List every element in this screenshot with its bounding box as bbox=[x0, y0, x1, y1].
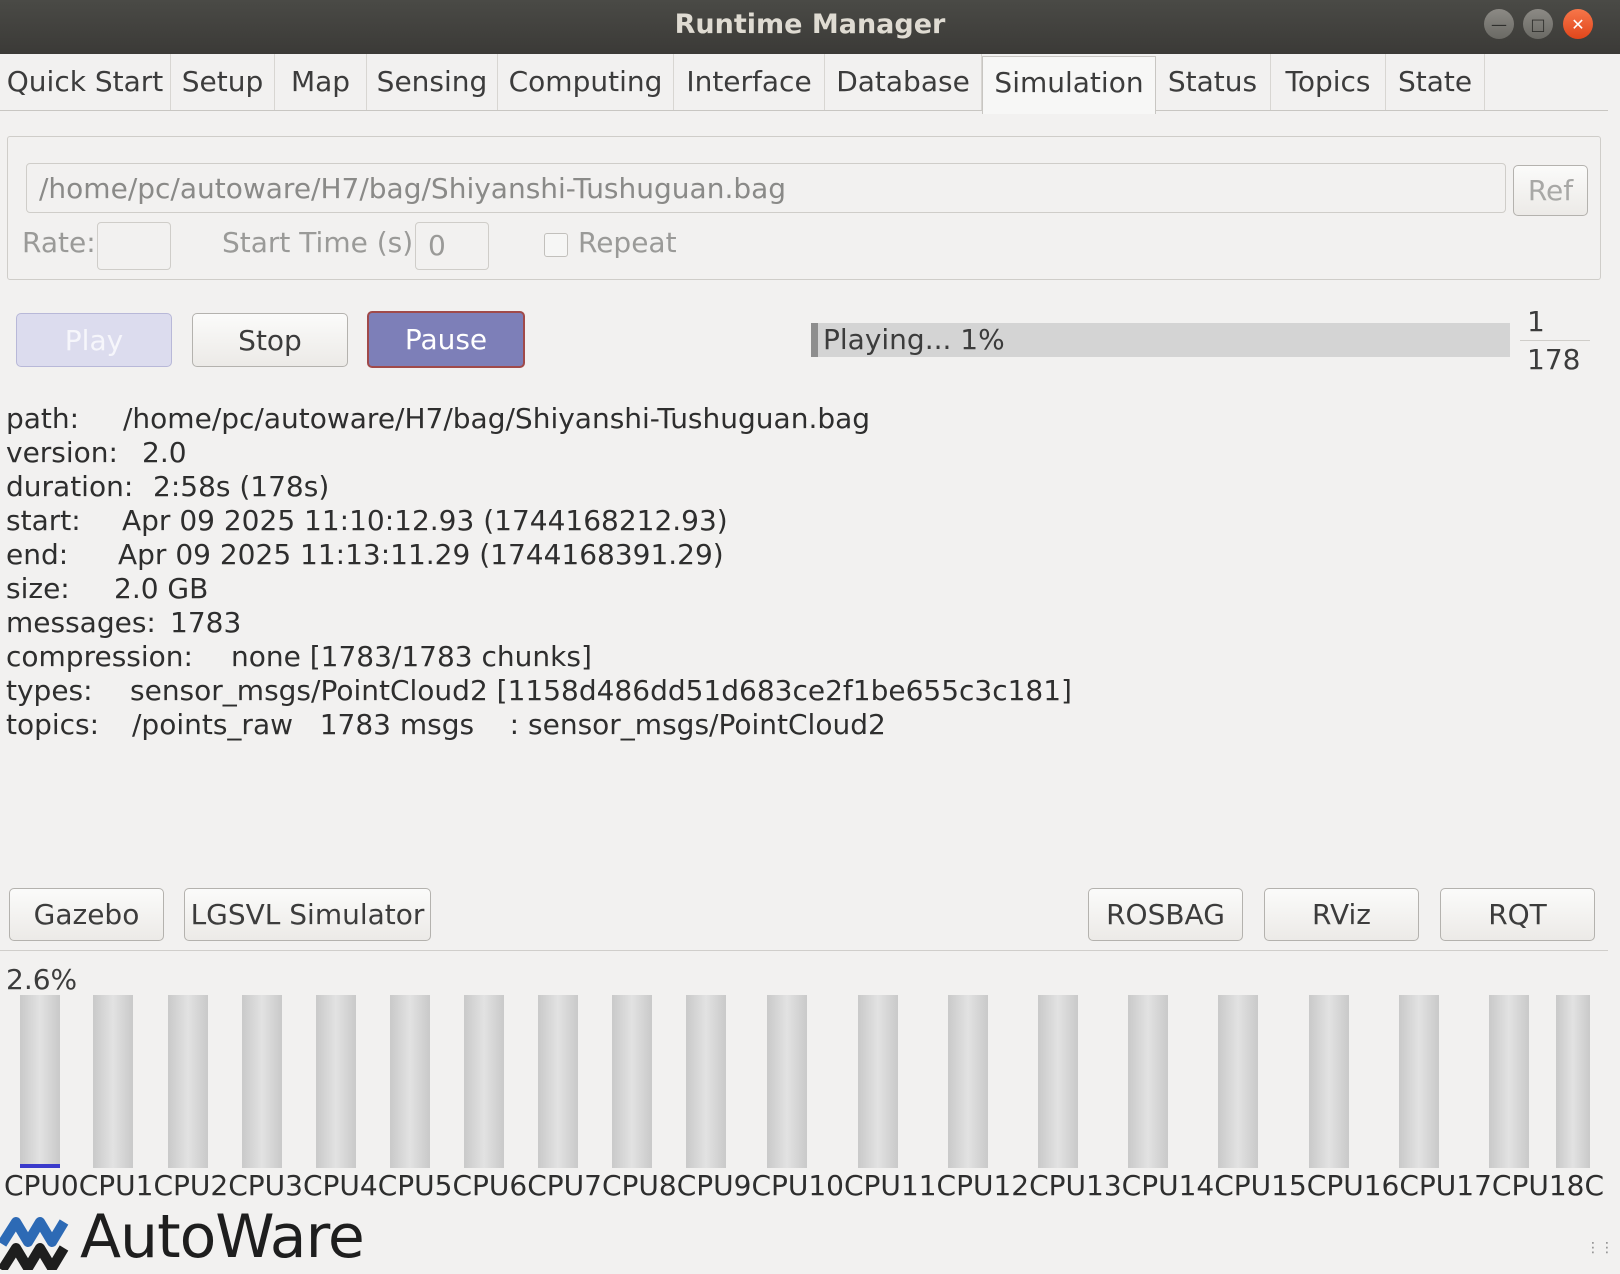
info-key: topics: bbox=[6, 708, 100, 741]
autoware-logo-icon bbox=[0, 1217, 69, 1273]
info-value: 2.0 GB bbox=[114, 572, 209, 605]
cpu-bar bbox=[538, 995, 578, 1168]
cpu-bar bbox=[1309, 995, 1349, 1168]
cpu-bar bbox=[464, 995, 504, 1168]
progress-text: Playing... 1% bbox=[823, 323, 1005, 356]
tab-quick-start[interactable]: Quick Start bbox=[0, 54, 171, 110]
cpu-bar bbox=[612, 995, 652, 1168]
info-key: path: bbox=[6, 402, 80, 435]
info-key: start: bbox=[6, 504, 81, 537]
repeat-label: Repeat bbox=[578, 226, 677, 259]
rosbag-button[interactable]: ROSBAG bbox=[1088, 888, 1243, 941]
info-value: 2:58s (178s) bbox=[153, 470, 330, 503]
cpu-bar bbox=[1218, 995, 1258, 1168]
cpu-bar bbox=[1038, 995, 1078, 1168]
rviz-button[interactable]: RViz bbox=[1264, 888, 1419, 941]
play-button[interactable]: Play bbox=[16, 313, 172, 367]
autoware-logo: AutoWare bbox=[0, 1202, 380, 1273]
tab-setup[interactable]: Setup bbox=[171, 54, 275, 110]
pause-button[interactable]: Pause bbox=[367, 311, 525, 368]
minimize-icon[interactable]: — bbox=[1484, 9, 1514, 39]
cpu-bar bbox=[242, 995, 282, 1168]
tab-simulation[interactable]: Simulation bbox=[982, 56, 1156, 114]
tab-status[interactable]: Status bbox=[1155, 54, 1271, 110]
progress-divider bbox=[1520, 340, 1590, 341]
info-value: 1783 bbox=[170, 606, 242, 639]
info-key: size: bbox=[6, 572, 70, 605]
cpu-bar bbox=[686, 995, 726, 1168]
cpu-bar bbox=[20, 995, 60, 1168]
info-key: end: bbox=[6, 538, 69, 571]
cpu-bar bbox=[1489, 995, 1529, 1168]
repeat-checkbox[interactable] bbox=[544, 233, 568, 257]
stop-button[interactable]: Stop bbox=[192, 313, 348, 367]
info-key: types: bbox=[6, 674, 93, 707]
cpu-labels: CPU0CPU1CPU2CPU3CPU4CPU5CPU6CPU7CPU8CPU9… bbox=[4, 1169, 1604, 1202]
cpu-bar bbox=[390, 995, 430, 1168]
ref-button[interactable]: Ref bbox=[1513, 165, 1588, 216]
resize-grip-icon[interactable]: ⋮⋮ bbox=[1586, 1240, 1614, 1256]
window-title: Runtime Manager bbox=[674, 9, 946, 40]
tab-sensing[interactable]: Sensing bbox=[367, 54, 498, 110]
tab-state[interactable]: State bbox=[1386, 54, 1485, 110]
tab-interface[interactable]: Interface bbox=[674, 54, 825, 110]
progress-total: 178 bbox=[1527, 343, 1581, 376]
maximize-icon[interactable]: □ bbox=[1523, 9, 1553, 39]
start-time-label: Start Time (s): bbox=[222, 226, 423, 259]
info-value: sensor_msgs/PointCloud2 [1158d486dd51d68… bbox=[130, 674, 1072, 707]
tab-bar: Quick Start Setup Map Sensing Computing … bbox=[0, 54, 1608, 114]
tab-database[interactable]: Database bbox=[825, 54, 982, 110]
playback-progress-bar: Playing... 1% bbox=[811, 323, 1510, 357]
info-value: /home/pc/autoware/H7/bag/Shiyanshi-Tushu… bbox=[123, 402, 871, 435]
tab-map[interactable]: Map bbox=[275, 54, 367, 110]
autoware-logo-text: AutoWare bbox=[80, 1202, 365, 1272]
bag-path-input[interactable]: /home/pc/autoware/H7/bag/Shiyanshi-Tushu… bbox=[26, 163, 1506, 213]
info-value: Apr 09 2025 11:10:12.93 (1744168212.93) bbox=[122, 504, 728, 537]
cpu-bar bbox=[1556, 995, 1590, 1168]
start-time-input[interactable]: 0 bbox=[415, 222, 489, 270]
info-key: compression: bbox=[6, 640, 193, 673]
progress-fill bbox=[811, 323, 818, 357]
info-key: duration: bbox=[6, 470, 134, 503]
rqt-button[interactable]: RQT bbox=[1440, 888, 1595, 941]
cpu-bar bbox=[767, 995, 807, 1168]
cpu-bar bbox=[168, 995, 208, 1168]
info-key: version: bbox=[6, 436, 118, 469]
info-key: messages: bbox=[6, 606, 156, 639]
progress-current: 1 bbox=[1527, 305, 1545, 338]
cpu-bar bbox=[316, 995, 356, 1168]
rate-input[interactable] bbox=[97, 222, 171, 270]
cpu-bar bbox=[858, 995, 898, 1168]
lgsvl-simulator-button[interactable]: LGSVL Simulator bbox=[184, 888, 431, 941]
cpu-bar bbox=[1399, 995, 1439, 1168]
tab-topics[interactable]: Topics bbox=[1271, 54, 1386, 110]
close-icon[interactable]: ✕ bbox=[1563, 9, 1593, 39]
info-value: Apr 09 2025 11:13:11.29 (1744168391.29) bbox=[118, 538, 724, 571]
info-value: 2.0 bbox=[142, 436, 187, 469]
cpu-bar bbox=[93, 995, 133, 1168]
cpu-percent-label: 2.6% bbox=[6, 963, 78, 996]
tab-computing[interactable]: Computing bbox=[498, 54, 674, 110]
title-bar: Runtime Manager — □ ✕ bbox=[0, 0, 1620, 54]
info-value: /points_raw 1783 msgs : sensor_msgs/Poin… bbox=[132, 708, 886, 741]
cpu-bar bbox=[1128, 995, 1168, 1168]
rate-label: Rate: bbox=[22, 226, 96, 259]
section-divider bbox=[0, 950, 1608, 951]
gazebo-button[interactable]: Gazebo bbox=[9, 888, 164, 941]
info-value: none [1783/1783 chunks] bbox=[231, 640, 592, 673]
cpu-bar bbox=[948, 995, 988, 1168]
